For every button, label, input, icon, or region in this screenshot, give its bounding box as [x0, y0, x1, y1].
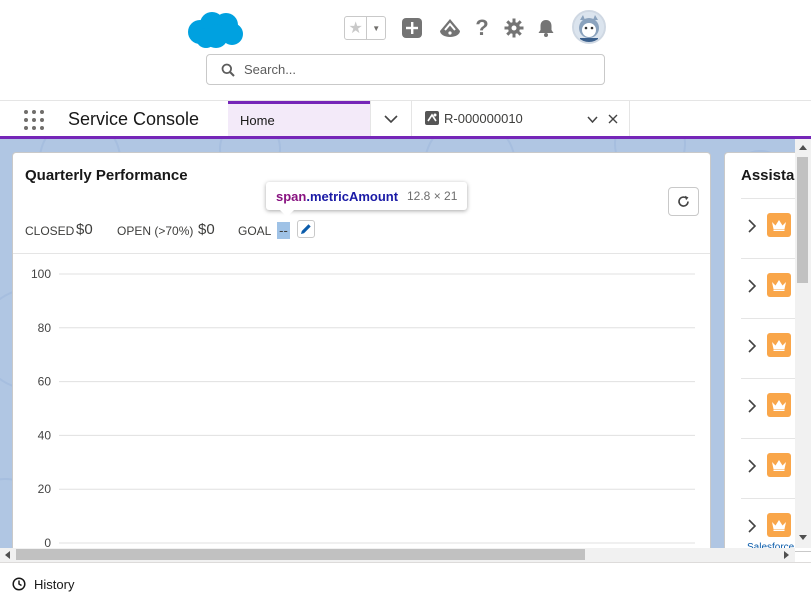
utility-bar: History	[0, 562, 811, 604]
y-tick-label: 0	[44, 536, 51, 548]
y-tick-label: 80	[38, 321, 52, 335]
chevron-right-icon[interactable]	[747, 519, 757, 533]
history-icon	[12, 577, 26, 591]
quarterly-performance-chart: 100 80 60 40 20 0	[31, 267, 695, 548]
chevron-down-icon	[384, 115, 398, 123]
tab-record[interactable]: R-000000010	[412, 101, 630, 137]
crown-icon	[767, 453, 791, 477]
card-title: Quarterly Performance	[25, 167, 188, 184]
scroll-right-arrow-icon[interactable]	[784, 551, 789, 559]
y-tick-label: 100	[31, 267, 51, 281]
favorites-star-icon[interactable]: ★	[345, 17, 368, 39]
closed-label: CLOSED	[25, 224, 75, 238]
tooltip-tag: span	[276, 189, 307, 204]
chevron-right-icon[interactable]	[747, 399, 757, 413]
setup-gear-icon[interactable]	[502, 16, 526, 40]
pencil-icon	[301, 224, 311, 234]
tooltip-size: 12.8 × 21	[407, 189, 458, 203]
devtools-inspect-tooltip: span.metricAmount 12.8 × 21	[266, 182, 467, 210]
tab-home-label: Home	[240, 113, 275, 128]
chevron-right-icon[interactable]	[747, 459, 757, 473]
scroll-up-arrow-icon[interactable]	[799, 145, 807, 150]
crown-icon	[767, 393, 791, 417]
salesforce-logo[interactable]	[186, 10, 244, 50]
tab-record-label: R-000000010	[444, 111, 523, 126]
scroll-down-arrow-icon[interactable]	[799, 535, 807, 540]
nav-menu-chevron-button[interactable]	[370, 101, 412, 137]
crown-icon	[767, 333, 791, 357]
history-utility-item[interactable]: History	[34, 577, 74, 592]
tooltip-arrow	[280, 210, 294, 217]
global-actions-add-icon[interactable]	[400, 16, 424, 40]
notifications-bell-icon[interactable]	[534, 16, 558, 40]
trailhead-icon[interactable]	[438, 16, 462, 40]
close-tab-icon[interactable]	[608, 114, 618, 124]
tab-actions-chevron-icon[interactable]	[587, 116, 598, 123]
crown-icon	[767, 513, 791, 537]
favorites-button-group: ★ ▼	[344, 16, 386, 40]
y-tick-label: 60	[38, 375, 52, 389]
search-icon	[221, 63, 235, 77]
crown-icon	[767, 273, 791, 297]
open-amount: $0	[198, 221, 215, 238]
goal-label: GOAL	[238, 224, 272, 238]
refresh-button[interactable]	[668, 187, 699, 216]
vertical-scroll-thumb[interactable]	[797, 157, 808, 283]
closed-amount: $0	[76, 221, 93, 238]
global-search-box[interactable]	[206, 54, 605, 85]
app-launcher-icon[interactable]	[24, 110, 46, 132]
crown-icon	[767, 213, 791, 237]
chevron-right-icon[interactable]	[747, 339, 757, 353]
refresh-icon	[678, 195, 689, 207]
chevron-right-icon[interactable]	[747, 219, 757, 233]
help-icon[interactable]: ?	[470, 15, 494, 40]
scroll-left-arrow-icon[interactable]	[5, 551, 10, 559]
help-glyph: ?	[475, 15, 489, 40]
chevron-right-icon[interactable]	[747, 279, 757, 293]
app-name: Service Console	[68, 109, 200, 129]
tab-home[interactable]: Home	[228, 101, 370, 137]
edit-goal-button[interactable]	[297, 220, 315, 238]
console-nav-bar: Service Console Home R-000000010	[0, 100, 811, 137]
record-tab-icon	[425, 111, 439, 125]
horizontal-scroll-thumb[interactable]	[16, 549, 585, 560]
favorites-dropdown-icon[interactable]: ▼	[367, 17, 385, 39]
search-input[interactable]	[244, 55, 594, 84]
y-tick-label: 40	[38, 428, 52, 442]
user-avatar[interactable]	[572, 10, 606, 44]
tooltip-class: .metricAmount	[306, 189, 399, 204]
open-label: OPEN (>70%)	[117, 224, 194, 238]
global-header: ★ ▼ ?	[0, 0, 811, 100]
y-tick-label: 20	[38, 482, 52, 496]
goal-amount: --	[277, 222, 290, 239]
